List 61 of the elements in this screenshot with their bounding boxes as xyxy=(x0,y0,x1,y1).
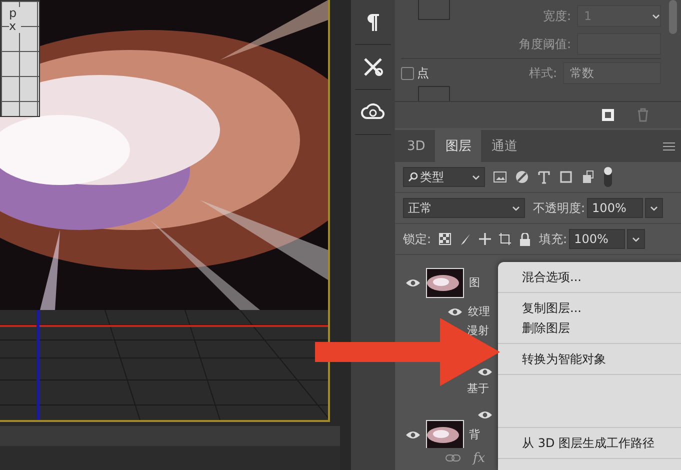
point-checkbox[interactable] xyxy=(401,66,414,80)
menu-item[interactable]: 转换为智能对象 xyxy=(498,349,681,369)
checkbox-label: 点 xyxy=(417,64,429,82)
link-icon[interactable] xyxy=(445,454,461,462)
lock-label: 锁定: xyxy=(403,230,432,248)
menu-icon[interactable] xyxy=(663,142,675,150)
style-dropdown[interactable]: 常数 xyxy=(563,62,661,84)
panel-tab[interactable]: 3D xyxy=(397,130,436,162)
effect-name[interactable]: 纹理 xyxy=(468,304,490,320)
field-label: 角度阈值: xyxy=(518,36,571,52)
caret-icon xyxy=(472,174,480,180)
dropdown-button[interactable] xyxy=(645,198,664,218)
caret-icon xyxy=(650,206,658,210)
field-label: 样式: xyxy=(528,64,557,82)
fill-field[interactable]: 100% xyxy=(569,229,626,249)
blend-mode-dropdown[interactable]: 正常 xyxy=(403,198,525,218)
color-swatch[interactable] xyxy=(418,0,450,20)
panel-tab[interactable]: 通道 xyxy=(481,130,528,162)
filter-dropdown[interactable]: 类型 xyxy=(403,167,485,187)
eye-icon[interactable] xyxy=(447,306,463,317)
ruler-unit: px xyxy=(9,7,21,34)
eye-icon[interactable] xyxy=(477,410,493,420)
text-filter-icon[interactable] xyxy=(537,170,551,184)
search-icon xyxy=(408,172,418,182)
effect-name[interactable]: 基于 xyxy=(467,381,489,396)
opacity-label: 不透明度: xyxy=(533,200,586,216)
fx-button[interactable]: fx xyxy=(473,452,488,464)
checkerboard-icon[interactable] xyxy=(439,232,452,246)
move-icon[interactable] xyxy=(479,232,492,246)
panel-tab[interactable]: 图层 xyxy=(435,130,482,162)
smart-object-filter-icon[interactable] xyxy=(581,170,595,184)
brush-icon[interactable] xyxy=(459,232,472,246)
menu-item[interactable]: 复制图层... xyxy=(498,298,681,318)
filter-label: 类型 xyxy=(420,168,444,186)
blend-mode-label: 正常 xyxy=(408,200,432,216)
menu-item[interactable]: 混合选项... xyxy=(498,267,681,287)
layer-thumbnail xyxy=(426,420,464,448)
image-filter-icon[interactable] xyxy=(493,170,507,184)
shape-filter-icon[interactable] xyxy=(559,170,573,184)
caret-icon xyxy=(652,14,660,18)
layer-name[interactable]: 背 xyxy=(469,427,480,442)
layer-thumbnail xyxy=(426,268,464,298)
effect-name[interactable]: 漫射 xyxy=(467,322,489,338)
crop-icon[interactable] xyxy=(499,232,512,246)
eye-icon[interactable] xyxy=(477,367,493,378)
caret-icon xyxy=(512,206,520,210)
layer-name[interactable]: 图 xyxy=(469,275,480,290)
opacity-field[interactable]: 100% xyxy=(587,198,644,218)
render-icon[interactable] xyxy=(601,108,615,122)
scrollbar[interactable] xyxy=(669,0,677,34)
eye-icon[interactable] xyxy=(405,278,421,288)
caret-icon xyxy=(632,236,640,242)
lock-icon[interactable] xyxy=(519,232,532,246)
filter-toggle[interactable] xyxy=(603,166,613,188)
fill-label: 填充: xyxy=(539,230,568,248)
adjustment-filter-icon[interactable] xyxy=(515,170,529,184)
eye-icon[interactable] xyxy=(405,430,421,440)
field-label: 宽度: xyxy=(542,8,571,24)
menu-item[interactable]: 从 3D 图层生成工作路径 xyxy=(498,433,681,453)
menu-item[interactable]: 删除图层 xyxy=(498,318,681,338)
dropdown-button[interactable] xyxy=(627,229,646,249)
